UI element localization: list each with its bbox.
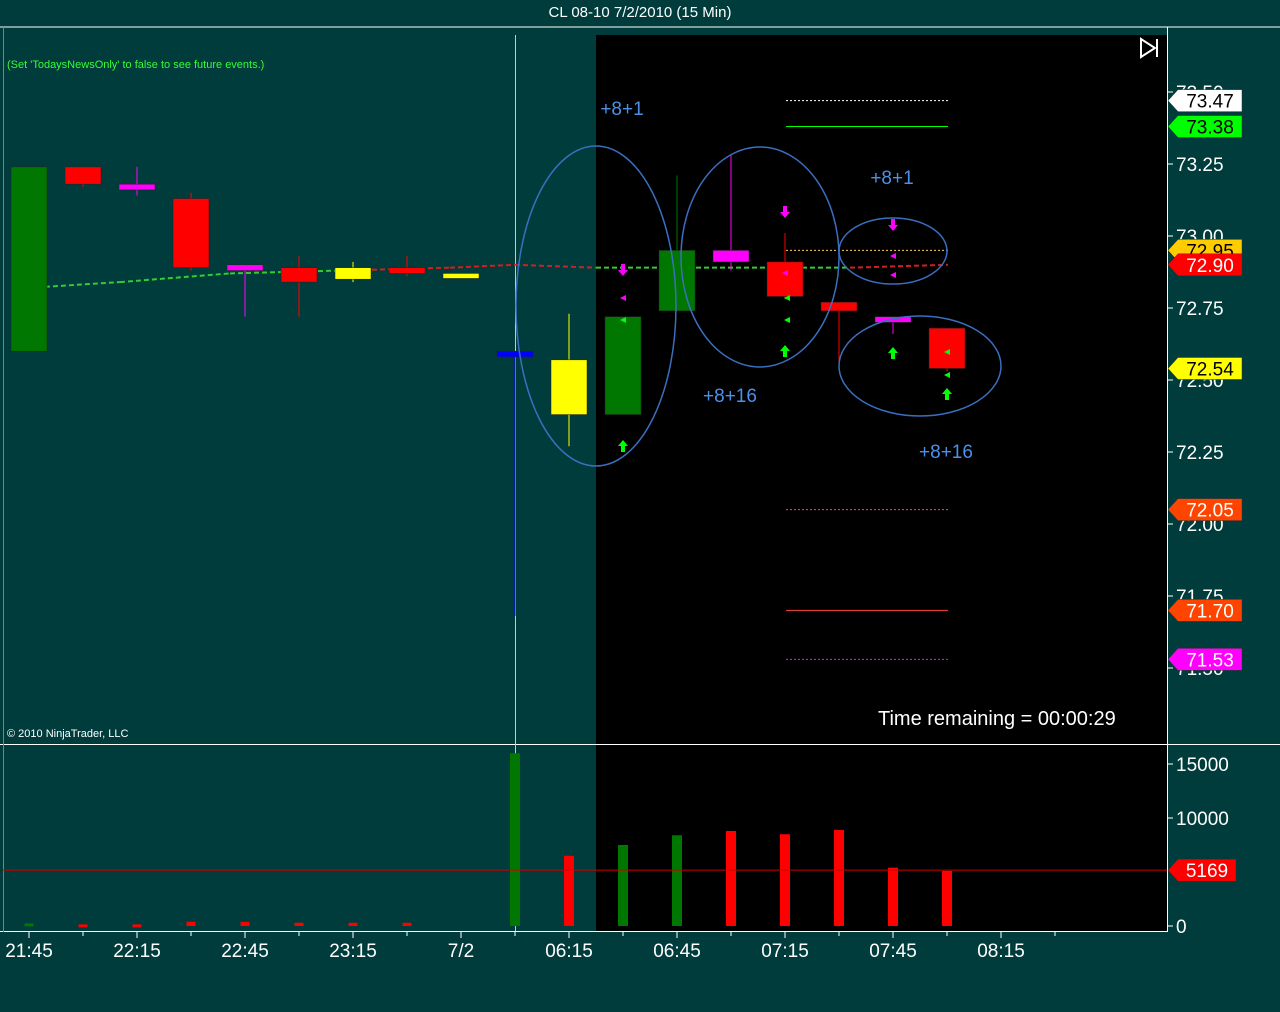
candle-body <box>226 264 264 271</box>
volume-bar <box>294 922 304 926</box>
volume-bar <box>348 922 358 926</box>
volume-bar <box>510 753 520 926</box>
time-tick-label: 21:45 <box>5 941 53 962</box>
volume-bar <box>564 855 574 926</box>
price-marker-label: 72.54 <box>1186 359 1234 380</box>
volume-bar <box>132 924 142 928</box>
volume-bar <box>186 921 196 926</box>
candle-body <box>550 359 588 415</box>
volume-bar <box>402 922 412 926</box>
time-tick-label: 07:45 <box>869 941 917 962</box>
time-tick-label: 06:15 <box>545 941 593 962</box>
scroll-to-end-icon[interactable] <box>1137 36 1161 60</box>
candle-body <box>658 250 696 312</box>
volume-bar <box>24 923 34 927</box>
annotation-label: +8+16 <box>919 442 973 463</box>
candle-body <box>928 327 966 369</box>
volume-bar <box>240 921 250 926</box>
volume-bar <box>942 870 952 926</box>
moving-average-segment <box>449 263 516 269</box>
moving-average-segment <box>514 263 597 269</box>
price-marker-label: 72.90 <box>1186 256 1234 277</box>
annotation-label: +8+1 <box>870 168 913 189</box>
time-tick-label: 22:15 <box>113 941 161 962</box>
volume-tick-label: 10000 <box>1176 809 1229 830</box>
time-tick-label: 06:45 <box>653 941 701 962</box>
candle-body <box>442 273 480 279</box>
time-tick-label: 23:15 <box>329 941 377 962</box>
candle-body <box>388 267 426 274</box>
candle-body <box>64 166 102 185</box>
candle-body <box>820 301 858 312</box>
volume-bar <box>780 834 790 926</box>
candle-body <box>604 316 642 415</box>
annotation-label: +8+1 <box>600 99 643 120</box>
candle-body <box>334 267 372 280</box>
candle-body <box>10 166 48 352</box>
price-tick-label: 73.25 <box>1176 155 1224 176</box>
price-marker-label: 73.38 <box>1186 118 1234 139</box>
volume-tick-label: 15000 <box>1176 755 1229 776</box>
time-tick-label: 22:45 <box>221 941 269 962</box>
time-tick-label: 08:15 <box>977 941 1025 962</box>
price-marker-label: 71.53 <box>1186 650 1234 671</box>
time-tick-label: 07:15 <box>761 941 809 962</box>
chart-window: CL 08-10 7/2/2010 (15 Min) +8+1 +8+16 +8+1… <box>0 0 1280 1012</box>
candle-body <box>496 350 534 358</box>
volume-average-label: 5169 <box>1186 861 1228 882</box>
price-tick-label: 72.75 <box>1176 299 1224 320</box>
price-marker-label: 71.70 <box>1186 601 1234 622</box>
volume-bar <box>78 924 88 928</box>
candle-body <box>118 183 156 191</box>
candle-body <box>172 198 210 268</box>
volume-tick-label: 0 <box>1176 917 1187 938</box>
copyright-text: © 2010 NinjaTrader, LLC <box>7 728 129 740</box>
volume-bar <box>672 835 682 926</box>
time-remaining-text: Time remaining = 00:00:29 <box>878 708 1116 730</box>
price-tick-label: 72.25 <box>1176 443 1224 464</box>
candle-body <box>280 267 318 283</box>
volume-bar <box>726 830 736 926</box>
price-marker-label: 73.47 <box>1186 92 1234 113</box>
annotation-label: +8+16 <box>703 386 757 407</box>
candle-body <box>712 250 750 263</box>
price-marker-label: 72.05 <box>1186 501 1234 522</box>
news-note: (Set 'TodaysNewsOnly' to false to see fu… <box>7 59 265 71</box>
chart-canvas[interactable]: +8+1+8+16+8+1+8+1671.5071.7572.0072.2572… <box>0 0 1280 1012</box>
candle-body <box>766 261 804 297</box>
volume-bar <box>834 829 844 926</box>
time-tick-label: 7/2 <box>448 941 474 962</box>
volume-bar <box>888 867 898 926</box>
volume-bar <box>618 845 628 926</box>
moving-average-segment <box>119 272 231 284</box>
